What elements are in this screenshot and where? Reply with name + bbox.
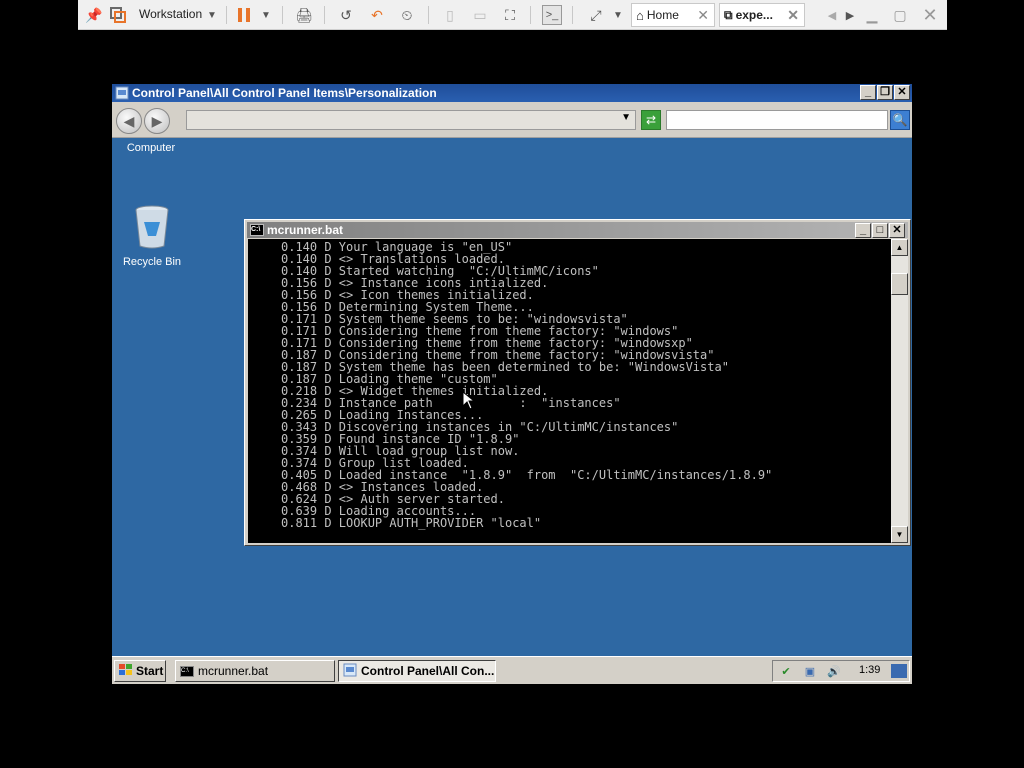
full-screen-icon[interactable]: ⤢ — [586, 5, 606, 25]
cmd-icon: C:\ — [250, 224, 264, 236]
show-desktop-icon[interactable] — [891, 664, 907, 678]
address-bar[interactable]: ▼ — [186, 110, 636, 130]
toolbar-divider — [226, 6, 227, 24]
recycle-bin-icon[interactable] — [132, 202, 172, 250]
workstation-menu[interactable]: Workstation — [139, 7, 202, 21]
volume-icon[interactable]: 🔊 — [827, 664, 841, 678]
tab-label: expe... — [735, 8, 773, 22]
tab-label: Home — [646, 8, 679, 22]
close-icon[interactable]: ✕ — [787, 7, 799, 24]
console-title-bar[interactable]: C:\ mcrunner.bat _ □ ✕ — [247, 222, 908, 238]
tab-vm[interactable]: ⧉ expe... ✕ — [719, 3, 805, 27]
task-mcrunner[interactable]: C:\ mcrunner.bat — [175, 660, 335, 682]
taskbar: Start C:\ mcrunner.bat Control Panel\All… — [112, 656, 912, 684]
forward-button[interactable]: ▶ — [144, 108, 170, 134]
console-title: mcrunner.bat — [267, 223, 344, 237]
windows-logo-icon — [119, 663, 133, 679]
toolbar-divider — [428, 6, 429, 24]
send-ctrl-alt-del-icon[interactable]: 🖨 — [294, 5, 314, 25]
console-window[interactable]: C:\ mcrunner.bat _ □ ✕ 0.140 D Your lang… — [244, 219, 911, 546]
chevron-down-icon[interactable]: ▼ — [202, 5, 222, 25]
close-icon[interactable]: ✕ — [697, 7, 709, 24]
system-tray: ✔ ▣ 🔊 1:39 — [772, 660, 910, 682]
chevron-down-icon[interactable]: ▼ — [621, 112, 631, 123]
console-view-icon[interactable]: >_ — [542, 5, 562, 25]
restore-button[interactable]: ❐ — [877, 85, 893, 100]
explorer-nav-bar: ◀ ▶ ▼ ⇄ 🔍 — [112, 102, 912, 138]
maximize-button[interactable]: □ — [872, 223, 888, 238]
search-input[interactable] — [666, 110, 888, 130]
minimize-button[interactable]: _ — [860, 85, 876, 100]
toolbar-divider — [324, 6, 325, 24]
security-icon[interactable]: ✔ — [779, 664, 793, 678]
console-output[interactable]: 0.140 D Your language is "en_US" 0.140 D … — [248, 239, 891, 543]
console-line: 0.811 D LOOKUP AUTH_PROVIDER "local" — [281, 516, 542, 530]
close-icon[interactable]: ✕ — [920, 5, 940, 25]
search-icon[interactable]: 🔍 — [890, 110, 910, 130]
chevron-down-icon[interactable]: ▼ — [256, 5, 276, 25]
snapshot-manager-icon[interactable]: ⏲ — [397, 5, 417, 25]
pause-icon[interactable] — [234, 5, 254, 25]
network-icon[interactable]: ▣ — [803, 664, 817, 678]
task-control-panel[interactable]: Control Panel\All Con... — [338, 660, 496, 682]
tab-scroll-right-icon[interactable]: ▶ — [840, 5, 860, 25]
scroll-up-icon[interactable]: ▲ — [891, 239, 908, 256]
home-icon: ⌂ — [636, 7, 644, 23]
chevron-down-icon[interactable]: ▼ — [608, 5, 628, 25]
fit-window-icon[interactable]: ⛶ — [500, 5, 520, 25]
scrollbar-thumb[interactable] — [891, 273, 908, 295]
snapshot-icon[interactable]: ↺ — [336, 5, 356, 25]
vmware-logo-icon — [108, 5, 128, 25]
close-button[interactable]: ✕ — [889, 223, 905, 238]
task-label: mcrunner.bat — [198, 664, 269, 678]
pin-icon[interactable]: 📌 — [84, 5, 104, 25]
maximize-icon[interactable]: ▢ — [890, 5, 910, 25]
guest-screen[interactable]: Control Panel\All Control Panel Items\Pe… — [112, 84, 912, 684]
clock[interactable]: 1:39 — [859, 664, 880, 676]
minimize-icon[interactable]: ▁ — [862, 5, 882, 25]
cmd-icon: C:\ — [180, 665, 194, 677]
start-label: Start — [136, 664, 164, 678]
close-button[interactable]: ✕ — [894, 85, 910, 100]
tab-home[interactable]: ⌂ Home ✕ — [631, 3, 715, 27]
thumbnail-view-icon[interactable]: ▭ — [470, 5, 490, 25]
revert-snapshot-icon[interactable]: ↶ — [367, 5, 387, 25]
minimize-button[interactable]: _ — [855, 223, 871, 238]
scroll-down-icon[interactable]: ▼ — [891, 526, 908, 543]
toolbar-divider — [282, 6, 283, 24]
vmware-toolbar: 📌 Workstation ▼ ▼ 🖨 ↺ ↶ ⏲ ▯ ▭ ⛶ >_ ⤢ ▼ ⌂… — [78, 0, 947, 30]
toolbar-divider — [530, 6, 531, 24]
tab-scroll-left-icon[interactable]: ◀ — [822, 5, 842, 25]
explorer-title-bar[interactable]: Control Panel\All Control Panel Items\Pe… — [112, 84, 912, 102]
back-button[interactable]: ◀ — [116, 108, 142, 134]
toolbar-divider — [572, 6, 573, 24]
console-scrollbar[interactable]: ▲ ▼ — [891, 239, 908, 543]
refresh-button[interactable]: ⇄ — [641, 110, 661, 130]
control-panel-icon — [115, 86, 129, 100]
start-button[interactable]: Start — [114, 660, 166, 682]
computer-label[interactable]: Computer — [126, 142, 176, 154]
task-label: Control Panel\All Con... — [361, 664, 495, 678]
console-lines: 0.140 D Your language is "en_US" 0.140 D … — [248, 239, 891, 529]
recycle-bin-label[interactable]: Recycle Bin — [116, 256, 188, 268]
explorer-title: Control Panel\All Control Panel Items\Pe… — [132, 86, 437, 100]
sidebar-view-icon[interactable]: ▯ — [440, 5, 460, 25]
vm-icon: ⧉ — [724, 7, 733, 22]
mouse-cursor-icon — [462, 390, 478, 411]
control-panel-icon — [343, 663, 357, 680]
